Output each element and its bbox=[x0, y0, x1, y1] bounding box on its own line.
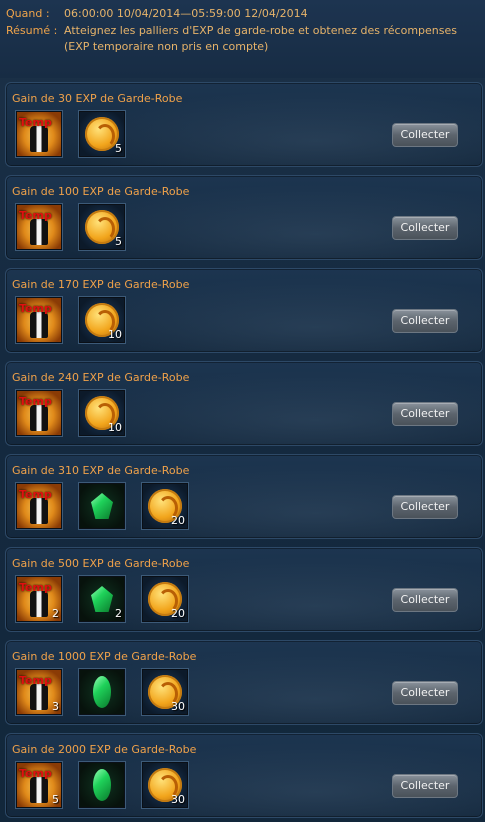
collect-button[interactable]: Collecter bbox=[392, 681, 458, 705]
costume-suit-shape bbox=[30, 405, 48, 431]
green-gem-icon[interactable]: 2 bbox=[79, 576, 125, 622]
reward-panel: Gain de 30 EXP de Garde-Robe Temp 5 Collect… bbox=[5, 82, 483, 167]
reward-panel: Gain de 500 EXP de Garde-Robe Temp 2 2 20 Col… bbox=[5, 547, 483, 632]
gold-coin-icon[interactable]: 30 bbox=[142, 669, 188, 715]
reward-title: Gain de 30 EXP de Garde-Robe bbox=[12, 92, 183, 105]
item-quantity: 20 bbox=[171, 607, 185, 620]
item-quantity: 3 bbox=[52, 700, 59, 713]
gold-coin-icon[interactable]: 10 bbox=[79, 390, 125, 436]
when-value: 06:00:00 10/04/2014—05:59:00 12/04/2014 bbox=[64, 7, 308, 20]
reward-title: Gain de 310 EXP de Garde-Robe bbox=[12, 464, 190, 477]
costume-suit-shape bbox=[30, 312, 48, 338]
reward-title: Gain de 170 EXP de Garde-Robe bbox=[12, 278, 190, 291]
costume-icon[interactable]: Temp 3 bbox=[16, 669, 62, 715]
gold-coin-icon[interactable]: 5 bbox=[79, 204, 125, 250]
summary-value: Atteignez les palliers d'EXP de garde-ro… bbox=[64, 24, 457, 53]
item-quantity: 30 bbox=[171, 793, 185, 806]
gold-coin-icon[interactable]: 30 bbox=[142, 762, 188, 808]
costume-suit-shape bbox=[30, 591, 48, 617]
costume-icon[interactable]: Temp bbox=[16, 390, 62, 436]
reward-panel: Gain de 310 EXP de Garde-Robe Temp 20 Colle… bbox=[5, 454, 483, 539]
temp-tag: Temp bbox=[19, 116, 52, 129]
item-quantity: 2 bbox=[52, 607, 59, 620]
item-quantity: 2 bbox=[115, 607, 122, 620]
gem-stone bbox=[91, 493, 113, 519]
coin-swirl bbox=[95, 217, 115, 241]
event-window: Quand : 06:00:00 10/04/2014—05:59:00 12/0… bbox=[0, 0, 485, 822]
when-row: Quand : 06:00:00 10/04/2014—05:59:00 12/0… bbox=[6, 6, 479, 22]
when-label: Quand : bbox=[6, 7, 50, 20]
collect-button[interactable]: Collecter bbox=[392, 774, 458, 798]
reward-panel: Gain de 240 EXP de Garde-Robe Temp 10 Colle… bbox=[5, 361, 483, 446]
reward-panel: Gain de 100 EXP de Garde-Robe Temp 5 Collec… bbox=[5, 175, 483, 260]
costume-suit-shape bbox=[30, 126, 48, 152]
temp-tag: Temp bbox=[19, 395, 52, 408]
temp-tag: Temp bbox=[19, 581, 52, 594]
item-quantity: 30 bbox=[171, 700, 185, 713]
reward-title: Gain de 500 EXP de Garde-Robe bbox=[12, 557, 190, 570]
item-quantity: 10 bbox=[108, 328, 122, 341]
costume-icon[interactable]: Temp bbox=[16, 111, 62, 157]
reward-panel: Gain de 2000 EXP de Garde-Robe Temp 5 30 Col… bbox=[5, 733, 483, 818]
reward-title: Gain de 240 EXP de Garde-Robe bbox=[12, 371, 190, 384]
green-gem-icon[interactable] bbox=[79, 669, 125, 715]
temp-tag: Temp bbox=[19, 767, 52, 780]
item-quantity: 5 bbox=[52, 793, 59, 806]
costume-suit-shape bbox=[30, 498, 48, 524]
temp-tag: Temp bbox=[19, 302, 52, 315]
item-quantity: 10 bbox=[108, 421, 122, 434]
costume-icon[interactable]: Temp 2 bbox=[16, 576, 62, 622]
collect-button[interactable]: Collecter bbox=[392, 216, 458, 240]
coin-swirl bbox=[95, 124, 115, 148]
item-quantity: 20 bbox=[171, 514, 185, 527]
reward-panel: Gain de 1000 EXP de Garde-Robe Temp 3 30 Col… bbox=[5, 640, 483, 725]
reward-panel: Gain de 170 EXP de Garde-Robe Temp 10 Colle… bbox=[5, 268, 483, 353]
event-header: Quand : 06:00:00 10/04/2014—05:59:00 12/0… bbox=[0, 0, 485, 78]
item-quantity: 5 bbox=[115, 235, 122, 248]
costume-icon[interactable]: Temp 5 bbox=[16, 762, 62, 808]
collect-button[interactable]: Collecter bbox=[392, 123, 458, 147]
reward-title: Gain de 100 EXP de Garde-Robe bbox=[12, 185, 190, 198]
collect-button[interactable]: Collecter bbox=[392, 495, 458, 519]
costume-suit-shape bbox=[30, 219, 48, 245]
costume-suit-shape bbox=[30, 777, 48, 803]
gem-stone bbox=[93, 676, 111, 708]
reward-title: Gain de 1000 EXP de Garde-Robe bbox=[12, 650, 197, 663]
costume-icon[interactable]: Temp bbox=[16, 483, 62, 529]
gold-coin-icon[interactable]: 20 bbox=[142, 483, 188, 529]
gold-coin-icon[interactable]: 20 bbox=[142, 576, 188, 622]
gem-stone bbox=[91, 586, 113, 612]
gold-coin-icon[interactable]: 5 bbox=[79, 111, 125, 157]
gem-stone bbox=[93, 769, 111, 801]
green-gem-icon[interactable] bbox=[79, 483, 125, 529]
reward-title: Gain de 2000 EXP de Garde-Robe bbox=[12, 743, 197, 756]
costume-icon[interactable]: Temp bbox=[16, 204, 62, 250]
green-gem-icon[interactable] bbox=[79, 762, 125, 808]
summary-row: Résumé : Atteignez les palliers d'EXP de… bbox=[6, 23, 479, 55]
summary-label: Résumé : bbox=[6, 24, 58, 37]
collect-button[interactable]: Collecter bbox=[392, 402, 458, 426]
collect-button[interactable]: Collecter bbox=[392, 588, 458, 612]
temp-tag: Temp bbox=[19, 488, 52, 501]
temp-tag: Temp bbox=[19, 674, 52, 687]
costume-icon[interactable]: Temp bbox=[16, 297, 62, 343]
temp-tag: Temp bbox=[19, 209, 52, 222]
item-quantity: 5 bbox=[115, 142, 122, 155]
gold-coin-icon[interactable]: 10 bbox=[79, 297, 125, 343]
costume-suit-shape bbox=[30, 684, 48, 710]
collect-button[interactable]: Collecter bbox=[392, 309, 458, 333]
